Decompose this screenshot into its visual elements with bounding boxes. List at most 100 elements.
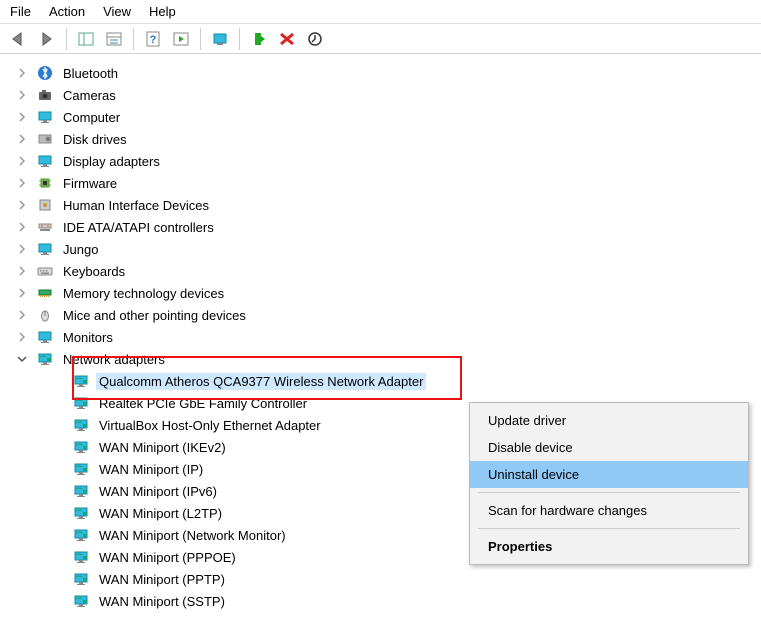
- enable-device-button[interactable]: [246, 27, 272, 51]
- chevron-right-icon[interactable]: [16, 265, 28, 277]
- tree-item-label: Display adapters: [60, 153, 163, 170]
- menubar: File Action View Help: [0, 0, 761, 24]
- chevron-right-icon[interactable]: [16, 309, 28, 321]
- hid-icon: [36, 196, 54, 214]
- tree-item[interactable]: WAN Miniport (PPTP): [12, 568, 761, 590]
- toolbar-separator: [133, 28, 134, 50]
- chevron-right-icon[interactable]: [16, 331, 28, 343]
- ctx-separator: [478, 492, 740, 493]
- tree-item[interactable]: WAN Miniport (SSTP): [12, 590, 761, 612]
- tree-item-label: Firmware: [60, 175, 120, 192]
- tree-item-label: Monitors: [60, 329, 116, 346]
- tree-item-label: Network adapters: [60, 351, 168, 368]
- tree-item[interactable]: Disk drives: [12, 128, 761, 150]
- tree-item-label: WAN Miniport (IKEv2): [96, 439, 229, 456]
- tree-item[interactable]: Firmware: [12, 172, 761, 194]
- tree-item[interactable]: Computer: [12, 106, 761, 128]
- toolbar-separator: [239, 28, 240, 50]
- ide-icon: [36, 218, 54, 236]
- toolbar-separator: [66, 28, 67, 50]
- chevron-right-icon[interactable]: [16, 111, 28, 123]
- chevron-right-icon[interactable]: [16, 155, 28, 167]
- tree-item-label: WAN Miniport (PPTP): [96, 571, 228, 588]
- network-adapter-icon: [72, 482, 90, 500]
- chevron-right-icon[interactable]: [16, 221, 28, 233]
- chip-icon: [36, 174, 54, 192]
- tree-item-label: Realtek PCIe GbE Family Controller: [96, 395, 310, 412]
- network-adapter-icon: [72, 460, 90, 478]
- network-icon: [36, 350, 54, 368]
- ctx-scan-hardware[interactable]: Scan for hardware changes: [470, 497, 748, 524]
- network-adapter-icon: [72, 416, 90, 434]
- tree-item[interactable]: Network adapters: [12, 348, 761, 370]
- ctx-properties[interactable]: Properties: [470, 533, 748, 560]
- toolbar: ?: [0, 24, 761, 54]
- tree-item[interactable]: IDE ATA/ATAPI controllers: [12, 216, 761, 238]
- tree-item-label: WAN Miniport (IPv6): [96, 483, 220, 500]
- memory-icon: [36, 284, 54, 302]
- network-adapter-icon: [72, 372, 90, 390]
- tree-item-label: Memory technology devices: [60, 285, 227, 302]
- tree-item-label: Cameras: [60, 87, 119, 104]
- action-button[interactable]: [168, 27, 194, 51]
- bluetooth-icon: [36, 64, 54, 82]
- tree-item[interactable]: Display adapters: [12, 150, 761, 172]
- tree-item[interactable]: Mice and other pointing devices: [12, 304, 761, 326]
- chevron-right-icon[interactable]: [16, 177, 28, 189]
- help-button[interactable]: ?: [140, 27, 166, 51]
- tree-item-label: WAN Miniport (SSTP): [96, 593, 228, 610]
- ctx-separator: [478, 528, 740, 529]
- properties-button[interactable]: [101, 27, 127, 51]
- tree-item-label: Mice and other pointing devices: [60, 307, 249, 324]
- scan-hardware-button[interactable]: [207, 27, 233, 51]
- tree-item[interactable]: Human Interface Devices: [12, 194, 761, 216]
- tree-item[interactable]: Keyboards: [12, 260, 761, 282]
- chevron-right-icon[interactable]: [16, 133, 28, 145]
- tree-item-label: WAN Miniport (L2TP): [96, 505, 225, 522]
- update-driver-button[interactable]: [302, 27, 328, 51]
- show-hide-tree-button[interactable]: [73, 27, 99, 51]
- ctx-update-driver[interactable]: Update driver: [470, 407, 748, 434]
- tree-item[interactable]: Memory technology devices: [12, 282, 761, 304]
- tree-item[interactable]: Bluetooth: [12, 62, 761, 84]
- keyboard-icon: [36, 262, 54, 280]
- tree-item-label: WAN Miniport (IP): [96, 461, 206, 478]
- network-adapter-icon: [72, 394, 90, 412]
- monitor-icon: [36, 152, 54, 170]
- back-button[interactable]: [6, 27, 32, 51]
- chevron-right-icon[interactable]: [16, 287, 28, 299]
- chevron-right-icon[interactable]: [16, 67, 28, 79]
- mouse-icon: [36, 306, 54, 324]
- network-adapter-icon: [72, 548, 90, 566]
- context-menu: Update driver Disable device Uninstall d…: [469, 402, 749, 565]
- toolbar-separator: [200, 28, 201, 50]
- ctx-uninstall-device[interactable]: Uninstall device: [470, 461, 748, 488]
- tree-item-label: Jungo: [60, 241, 101, 258]
- tree-item[interactable]: Jungo: [12, 238, 761, 260]
- chevron-down-icon[interactable]: [16, 353, 28, 365]
- tree-item-label: IDE ATA/ATAPI controllers: [60, 219, 217, 236]
- chevron-right-icon[interactable]: [16, 89, 28, 101]
- tree-item-label: Human Interface Devices: [60, 197, 212, 214]
- uninstall-device-button[interactable]: [274, 27, 300, 51]
- tree-item-label: WAN Miniport (PPPOE): [96, 549, 239, 566]
- network-adapter-icon: [72, 526, 90, 544]
- tree-item[interactable]: Qualcomm Atheros QCA9377 Wireless Networ…: [12, 370, 761, 392]
- monitor-icon: [36, 240, 54, 258]
- ctx-disable-device[interactable]: Disable device: [470, 434, 748, 461]
- chevron-right-icon[interactable]: [16, 243, 28, 255]
- monitor-icon: [36, 328, 54, 346]
- network-adapter-icon: [72, 438, 90, 456]
- network-adapter-icon: [72, 570, 90, 588]
- tree-item[interactable]: Monitors: [12, 326, 761, 348]
- tree-item-label: Bluetooth: [60, 65, 121, 82]
- forward-button[interactable]: [34, 27, 60, 51]
- tree-item[interactable]: Cameras: [12, 84, 761, 106]
- network-adapter-icon: [72, 592, 90, 610]
- chevron-right-icon[interactable]: [16, 199, 28, 211]
- tree-item-label: Keyboards: [60, 263, 128, 280]
- menu-help[interactable]: Help: [149, 4, 176, 19]
- menu-action[interactable]: Action: [49, 4, 85, 19]
- menu-view[interactable]: View: [103, 4, 131, 19]
- menu-file[interactable]: File: [10, 4, 31, 19]
